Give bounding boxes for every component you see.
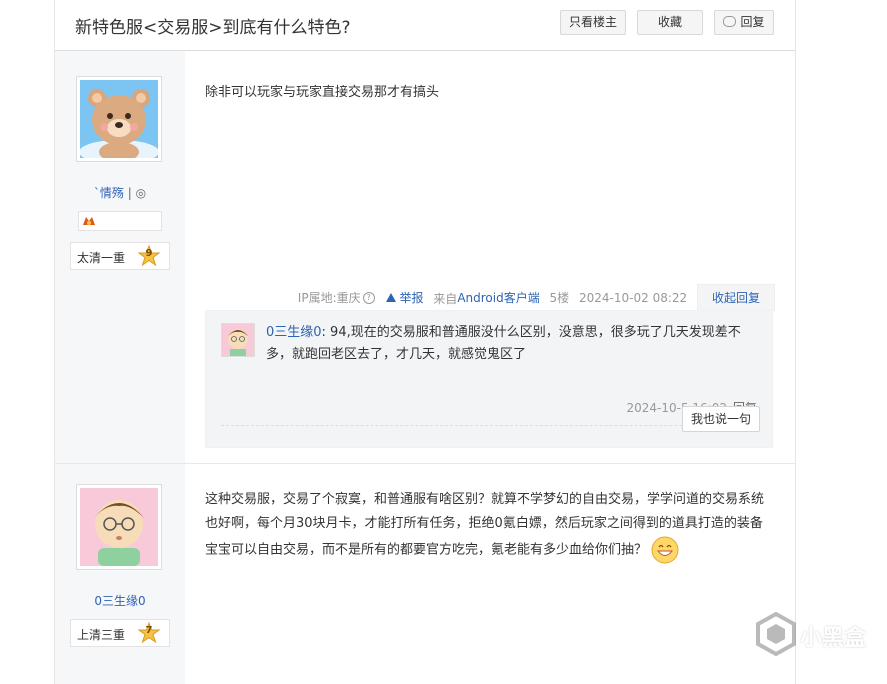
post-meta: IP属地:重庆? 举报 来自Android客户端 5楼 2024-10-02 0…: [297, 284, 775, 311]
post: 0三生缘0 上清三重 7 这种交易服，交易了个寂寞，和普通服有啥区别？就算不学梦…: [55, 464, 795, 684]
only-op-button[interactable]: 只看楼主: [560, 10, 626, 35]
client-link[interactable]: Android客户端: [457, 291, 539, 305]
level-badge: 太清一重 9: [70, 242, 170, 270]
author-sidebar: `情殇 | ◎ 太清一重 9: [55, 51, 185, 463]
add-comment-button[interactable]: 我也说一句: [682, 406, 760, 432]
speech-bubble-icon: [723, 16, 737, 27]
bear-avatar-icon: [80, 80, 158, 158]
sub-reply-avatar[interactable]: [221, 323, 255, 357]
gender-icon: ◎: [135, 186, 147, 200]
watermark: 小黑盒: [752, 606, 870, 670]
help-icon[interactable]: ?: [362, 291, 375, 304]
thread-header: 新特色服<交易服>到底有什么特色? 只看楼主 收藏 回复: [55, 0, 795, 51]
avatar[interactable]: [76, 76, 162, 162]
floor-number: 5楼: [549, 291, 570, 305]
reply-button-label: 回复: [740, 15, 765, 29]
level-star-icon: 9: [137, 244, 161, 267]
sub-reply-text: 0三生缘0: 94,现在的交易服和普通服没什么区别，没意思，很多玩了几天发现差不…: [266, 325, 741, 362]
grin-emoji-icon: [651, 536, 679, 564]
divider: [221, 425, 757, 426]
avatar[interactable]: [76, 484, 162, 570]
favorite-button[interactable]: 收藏: [637, 10, 703, 35]
thread-title: 新特色服<交易服>到底有什么特色?: [75, 18, 351, 38]
medal-box: [78, 211, 162, 231]
client-info: 来自Android客户端: [433, 290, 540, 306]
level-name: 太清一重: [77, 251, 126, 265]
boy-avatar-icon: [222, 324, 254, 356]
author-name[interactable]: `情殇 | ◎: [55, 184, 185, 201]
warning-icon: [386, 293, 397, 302]
author-sidebar: 0三生缘0 上清三重 7: [55, 464, 185, 684]
post-text: 这种交易服，交易了个寂寞，和普通服有啥区别？就算不学梦幻的自由交易，学学问道的交…: [205, 488, 775, 564]
level-number: 9: [145, 248, 153, 259]
ip-location: IP属地:重庆: [297, 291, 361, 305]
author-name[interactable]: 0三生缘0: [55, 592, 185, 609]
xiaoheihe-logo-icon: [756, 612, 796, 656]
report-link[interactable]: 举报: [386, 289, 423, 306]
post-text: 除非可以玩家与玩家直接交易那才有搞头: [205, 85, 440, 100]
reply-button[interactable]: 回复: [714, 10, 774, 35]
level-badge: 上清三重 7: [70, 619, 170, 647]
level-star-icon: 7: [137, 621, 161, 644]
medal-icon: [83, 217, 95, 225]
thread-page: 新特色服<交易服>到底有什么特色? 只看楼主 收藏 回复 `情殇 | ◎ 太清一…: [54, 0, 796, 684]
post: `情殇 | ◎ 太清一重 9 除非可以玩家与玩家直接交易那才有搞头 IP属地:重…: [55, 51, 795, 464]
collapse-replies-button[interactable]: 收起回复: [696, 284, 775, 311]
watermark-text: 小黑盒: [800, 626, 867, 651]
boy-avatar-icon: [80, 488, 158, 566]
sub-reply-user[interactable]: 0三生缘0: [266, 325, 322, 340]
level-number: 7: [145, 625, 153, 636]
post-time: 2024-10-02 08:22: [579, 290, 688, 305]
level-name: 上清三重: [77, 628, 126, 642]
